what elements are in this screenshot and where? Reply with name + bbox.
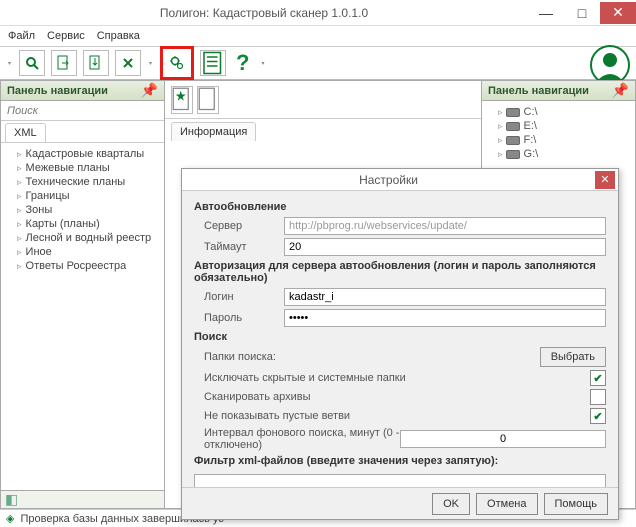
- dialog-title: Настройки: [182, 173, 595, 187]
- menu-file[interactable]: Файл: [8, 30, 35, 42]
- drive-icon: [506, 150, 520, 159]
- password-input[interactable]: [284, 309, 606, 327]
- section-autoupdate: Автообновление: [194, 201, 606, 213]
- opt-hidden-checkbox[interactable]: ✔: [590, 370, 606, 386]
- tree-item[interactable]: Зоны: [7, 203, 158, 217]
- toolbar: ▾ ▾ ? ▾: [0, 46, 636, 80]
- opt-archive-label: Сканировать архивы: [194, 391, 590, 403]
- drive-icon: [506, 136, 520, 145]
- search-icon[interactable]: [19, 50, 45, 76]
- maximize-button[interactable]: □: [564, 2, 600, 24]
- drive-item[interactable]: E:\: [488, 119, 629, 133]
- cancel-button[interactable]: Отмена: [476, 493, 537, 515]
- timeout-label: Таймаут: [194, 241, 284, 253]
- drive-item[interactable]: G:\: [488, 147, 629, 161]
- opt-archive-checkbox[interactable]: [590, 389, 606, 405]
- help-button[interactable]: Помощь: [544, 493, 609, 515]
- tree-item[interactable]: Границы: [7, 189, 158, 203]
- interval-input[interactable]: [400, 430, 606, 448]
- delete-icon[interactable]: [115, 50, 141, 76]
- filter-input[interactable]: [194, 474, 606, 487]
- list-doc-icon[interactable]: [200, 50, 226, 76]
- timeout-input[interactable]: [284, 238, 606, 256]
- help-icon[interactable]: ?: [232, 50, 253, 76]
- favorite-doc-icon[interactable]: [171, 86, 193, 114]
- section-search: Поиск: [194, 331, 606, 343]
- menu-bar: Файл Сервис Справка: [0, 26, 636, 46]
- minimize-button[interactable]: —: [528, 2, 564, 24]
- login-label: Логин: [194, 291, 284, 303]
- server-label: Сервер: [194, 220, 284, 232]
- interval-label: Интервал фонового поиска, минут (0 - отк…: [194, 427, 400, 451]
- nav-tree: Кадастровые кварталы Межевые планы Техни…: [1, 143, 164, 490]
- status-icon: ◈: [6, 512, 14, 525]
- right-panel-title: Панель навигации: [488, 85, 589, 97]
- drive-icon: [506, 122, 520, 131]
- left-panel-title: Панель навигации: [7, 85, 108, 97]
- auth-note: Авторизация для сервера автообновления (…: [194, 260, 606, 284]
- close-button[interactable]: ✕: [600, 2, 636, 24]
- user-avatar-icon[interactable]: [590, 45, 630, 85]
- menu-help[interactable]: Справка: [97, 30, 140, 42]
- tree-item[interactable]: Технические планы: [7, 175, 158, 189]
- tree-item[interactable]: Лесной и водный реестр: [7, 231, 158, 245]
- tree-item[interactable]: Ответы Росреестра: [7, 259, 158, 273]
- next-doc-icon[interactable]: [51, 50, 77, 76]
- drive-item[interactable]: C:\: [488, 105, 629, 119]
- window-title: Полигон: Кадастровый сканер 1.0.1.0: [0, 6, 528, 20]
- dialog-close-icon[interactable]: ✕: [595, 171, 615, 189]
- opt-hidden-label: Исключать скрытые и системные папки: [194, 372, 590, 384]
- nav-search-input[interactable]: [1, 101, 164, 120]
- tree-item[interactable]: Иное: [7, 245, 158, 259]
- section-filter: Фильтр xml-файлов (введите значения чере…: [194, 455, 606, 467]
- tab-xml[interactable]: XML: [5, 123, 46, 142]
- password-label: Пароль: [194, 312, 284, 324]
- blank-doc-icon[interactable]: [197, 86, 219, 114]
- tree-item[interactable]: Межевые планы: [7, 161, 158, 175]
- settings-dialog: Настройки ✕ Автообновление Сервер Таймау…: [181, 168, 619, 520]
- tree-item[interactable]: Кадастровые кварталы: [7, 147, 158, 161]
- tree-item[interactable]: Карты (планы): [7, 217, 158, 231]
- tab-info[interactable]: Информация: [171, 122, 256, 141]
- login-input[interactable]: [284, 288, 606, 306]
- settings-highlight: [160, 46, 194, 80]
- server-input[interactable]: [284, 217, 606, 235]
- ok-button[interactable]: OK: [432, 493, 470, 515]
- opt-empty-checkbox[interactable]: ✔: [590, 408, 606, 424]
- folders-label: Папки поиска:: [194, 351, 540, 363]
- export-doc-icon[interactable]: [83, 50, 109, 76]
- left-nav-panel: Панель навигации 📌 XML Кадастровые кварта…: [0, 80, 165, 509]
- pin-icon[interactable]: 📌: [141, 82, 158, 99]
- drive-item[interactable]: F:\: [488, 133, 629, 147]
- pin-icon[interactable]: 📌: [612, 82, 629, 99]
- settings-gear-icon[interactable]: [164, 50, 190, 76]
- choose-button[interactable]: Выбрать: [540, 347, 606, 367]
- menu-service[interactable]: Сервис: [47, 30, 85, 42]
- drive-icon: [506, 108, 520, 117]
- opt-empty-label: Не показывать пустые ветви: [194, 410, 590, 422]
- nav-footer-icon[interactable]: ◧: [1, 490, 164, 508]
